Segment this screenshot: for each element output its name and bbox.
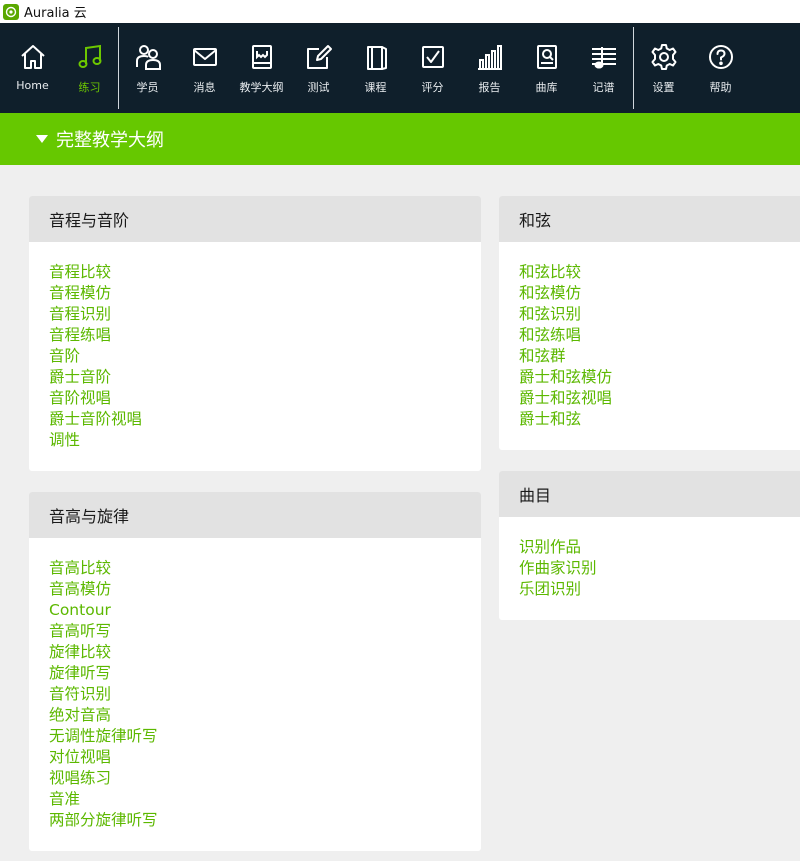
exercise-link[interactable]: 识别作品 [519, 537, 800, 558]
section-title: 完整教学大纲 [56, 130, 164, 151]
exercise-link[interactable]: 旋律听写 [49, 663, 481, 684]
exercise-link[interactable]: 作曲家识别 [519, 558, 800, 579]
toolbar-label: 记谱 [592, 81, 615, 94]
toolbar-label: Home [16, 79, 49, 92]
toolbar-grading[interactable]: 评分 [404, 23, 461, 113]
staff-icon [591, 47, 616, 69]
exercise-list: 音程比较 音程模仿 音程识别 音程练唱 音阶 爵士音阶 音阶视唱 爵士音阶视唱 … [29, 242, 481, 451]
toolbar-syllabus[interactable]: 教学大纲 [233, 23, 290, 113]
exercise-link[interactable]: 爵士和弦视唱 [519, 388, 800, 409]
pencil-icon [306, 45, 332, 69]
exercise-link[interactable]: 爵士和弦模仿 [519, 367, 800, 388]
exercise-link[interactable]: 音高听写 [49, 621, 481, 642]
exercise-link[interactable]: 旋律比较 [49, 642, 481, 663]
toolbar-label: 测试 [307, 81, 330, 94]
music-note-icon [78, 44, 101, 68]
exercise-link[interactable]: 音准 [49, 789, 481, 810]
exercise-link[interactable]: 爵士音阶视唱 [49, 409, 481, 430]
toolbar-label: 教学大纲 [239, 81, 284, 94]
toolbar-students[interactable]: 学员 [119, 23, 176, 113]
toolbar-tests[interactable]: 测试 [290, 23, 347, 113]
exercise-link[interactable]: 和弦识别 [519, 304, 800, 325]
exercise-link[interactable]: 音程识别 [49, 304, 481, 325]
card-chords: 和弦 和弦比较 和弦模仿 和弦识别 和弦练唱 和弦群 爵士和弦模仿 爵士和弦视唱… [499, 196, 800, 450]
toolbar-label: 设置 [652, 81, 675, 94]
exercise-link[interactable]: 爵士音阶 [49, 367, 481, 388]
help-icon [708, 45, 733, 69]
toolbar-label: 报告 [478, 81, 501, 94]
syllabus-section-header[interactable]: 完整教学大纲 [0, 113, 800, 165]
card-title: 和弦 [499, 196, 800, 242]
toolbar-notation[interactable]: 记谱 [575, 23, 632, 113]
score-book-icon [536, 45, 557, 69]
book-icon [251, 45, 272, 69]
exercise-link[interactable]: 乐团识别 [519, 579, 800, 600]
toolbar-separator [633, 27, 634, 109]
exercise-link[interactable]: 和弦模仿 [519, 283, 800, 304]
exercise-link[interactable]: 视唱练习 [49, 768, 481, 789]
toolbar-label: 课程 [364, 81, 387, 94]
exercise-link[interactable]: 绝对音高 [49, 705, 481, 726]
main-toolbar: Home 练习 学员 消息 教学大纲 测试 课程 评分 报告 曲库 记谱 设置 … [0, 23, 800, 113]
exercise-link[interactable]: 音高模仿 [49, 579, 481, 600]
card-title: 音程与音阶 [29, 196, 481, 242]
caret-down-icon[interactable] [36, 135, 48, 143]
checkbox-icon [421, 46, 444, 68]
toolbar-courses[interactable]: 课程 [347, 23, 404, 113]
notebook-icon [366, 46, 387, 70]
toolbar-library[interactable]: 曲库 [518, 23, 575, 113]
exercise-list: 和弦比较 和弦模仿 和弦识别 和弦练唱 和弦群 爵士和弦模仿 爵士和弦视唱 爵士… [499, 242, 800, 430]
toolbar-label: 学员 [136, 81, 159, 94]
exercise-link[interactable]: 音高比较 [49, 558, 481, 579]
exercise-link[interactable]: 和弦群 [519, 346, 800, 367]
card-title: 音高与旋律 [29, 492, 481, 538]
app-logo-icon [3, 3, 19, 20]
toolbar-reports[interactable]: 报告 [461, 23, 518, 113]
exercise-link[interactable]: 音程模仿 [49, 283, 481, 304]
exercise-link[interactable]: Contour [49, 600, 481, 621]
toolbar-label: 帮助 [709, 81, 732, 94]
title-bar: Auralia 云 [0, 0, 800, 23]
exercise-link[interactable]: 无调性旋律听写 [49, 726, 481, 747]
mail-icon [192, 48, 217, 66]
toolbar-settings[interactable]: 设置 [635, 23, 692, 113]
bar-chart-icon [477, 45, 502, 70]
exercise-link[interactable]: 和弦练唱 [519, 325, 800, 346]
card-pitch-melody: 音高与旋律 音高比较 音高模仿 Contour 音高听写 旋律比较 旋律听写 音… [29, 492, 481, 851]
exercise-link[interactable]: 爵士和弦 [519, 409, 800, 430]
exercise-link[interactable]: 调性 [49, 430, 481, 451]
toolbar-help[interactable]: 帮助 [692, 23, 749, 113]
exercise-link[interactable]: 音阶 [49, 346, 481, 367]
card-title: 曲目 [499, 471, 800, 517]
toolbar-label: 曲库 [535, 81, 558, 94]
users-icon [135, 45, 161, 70]
exercise-link[interactable]: 音程练唱 [49, 325, 481, 346]
window-title: Auralia 云 [24, 6, 87, 21]
exercise-link[interactable]: 和弦比较 [519, 262, 800, 283]
toolbar-messages[interactable]: 消息 [176, 23, 233, 113]
gear-icon [651, 44, 676, 70]
exercise-link[interactable]: 音符识别 [49, 684, 481, 705]
toolbar-home[interactable]: Home [4, 23, 61, 113]
exercise-list: 音高比较 音高模仿 Contour 音高听写 旋律比较 旋律听写 音符识别 绝对… [29, 538, 481, 831]
card-repertoire: 曲目 识别作品 作曲家识别 乐团识别 [499, 471, 800, 620]
toolbar-label: 练习 [78, 81, 101, 94]
toolbar-practice[interactable]: 练习 [61, 23, 118, 113]
exercise-link[interactable]: 对位视唱 [49, 747, 481, 768]
exercise-link[interactable]: 两部分旋律听写 [49, 810, 481, 831]
exercise-link[interactable]: 音阶视唱 [49, 388, 481, 409]
home-icon [20, 45, 45, 69]
toolbar-label: 消息 [193, 81, 216, 94]
toolbar-label: 评分 [421, 81, 444, 94]
exercise-link[interactable]: 音程比较 [49, 262, 481, 283]
exercise-list: 识别作品 作曲家识别 乐团识别 [499, 517, 800, 600]
card-intervals-scales: 音程与音阶 音程比较 音程模仿 音程识别 音程练唱 音阶 爵士音阶 音阶视唱 爵… [29, 196, 481, 471]
